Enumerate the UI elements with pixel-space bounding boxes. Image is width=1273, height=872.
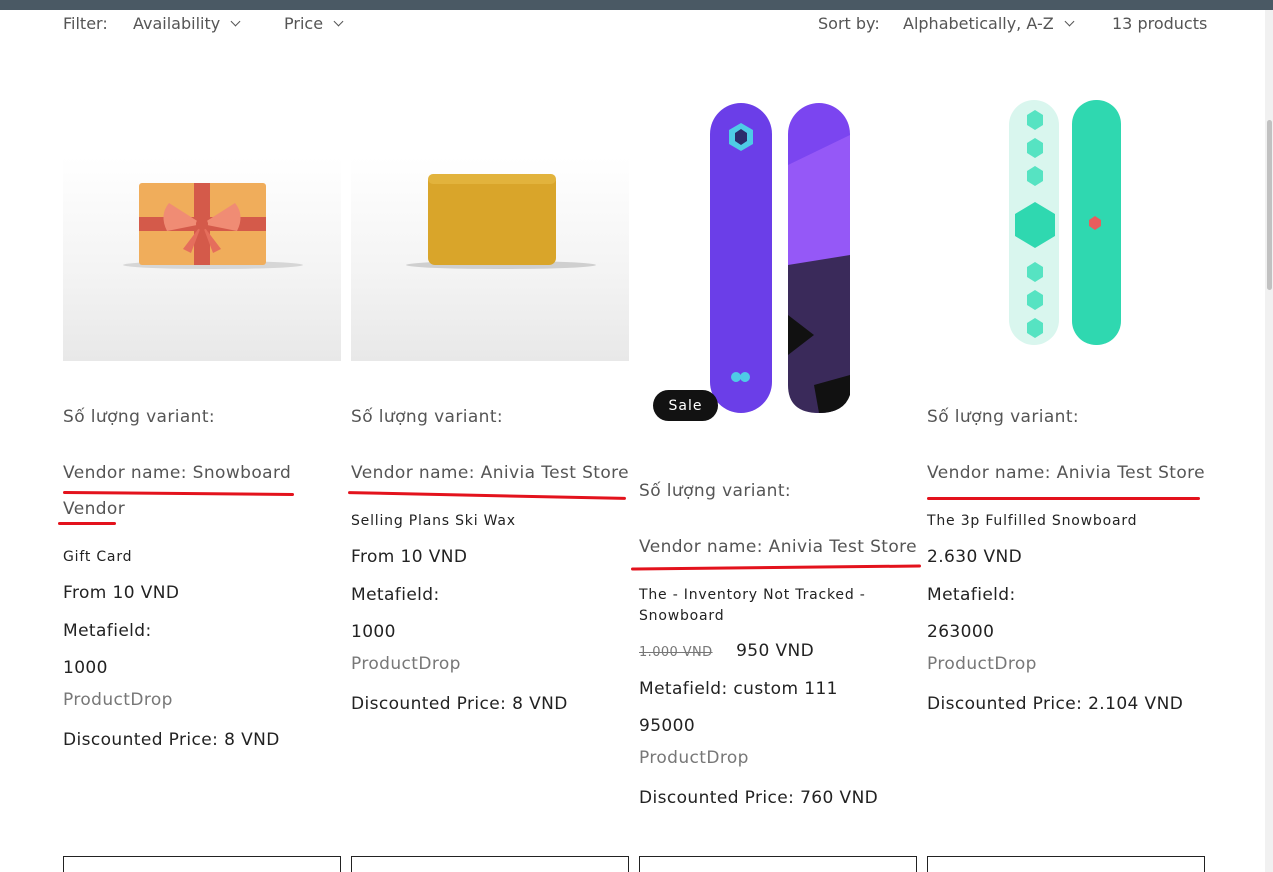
availability-filter-button[interactable]: Availability [133, 14, 241, 33]
vendor-name: Vendor name: Anivia Test Store [927, 463, 1206, 483]
ski-wax-image [406, 174, 596, 269]
filter-label-text: Filter: [63, 14, 108, 33]
price-filter-label: Price [284, 14, 324, 33]
discounted-price: Discounted Price: 2.104 VND [927, 694, 1184, 714]
price-row: 1.000 VND 950 VND [639, 641, 814, 661]
availability-label: Availability [133, 14, 221, 33]
original-price: 1.000 VND [639, 645, 713, 660]
annotation-underline [927, 497, 1200, 500]
purple-snowboard-image [710, 103, 850, 413]
chevron-down-icon [230, 16, 241, 26]
vendor-name: Vendor name: Anivia Test Store [639, 537, 918, 557]
product-drop-label: ProductDrop [927, 654, 1037, 674]
vendor-name: Vendor name: Anivia Test Store [351, 463, 630, 483]
product-image-3p-snowboard[interactable] [927, 95, 1205, 361]
product-drop-label: ProductDrop [639, 748, 749, 768]
sort-select[interactable]: Alphabetically, A-Z [903, 14, 1075, 33]
next-product-card[interactable] [351, 856, 629, 872]
discounted-price: Discounted Price: 8 VND [351, 694, 568, 714]
gift-card-image [123, 183, 303, 269]
discounted-price: Discounted Price: 8 VND [63, 730, 280, 750]
next-product-card[interactable] [639, 856, 917, 872]
product-title[interactable]: The 3p Fulfilled Snowboard [927, 513, 1137, 529]
product-price: From 10 VND [63, 583, 180, 603]
annotation-underline [347, 491, 627, 500]
metafield-value: 263000 [927, 622, 995, 642]
product-title[interactable]: Gift Card [63, 549, 132, 565]
product-price: 2.630 VND [927, 547, 1023, 567]
product-drop-label: ProductDrop [351, 654, 461, 674]
product-title-continued[interactable]: Snowboard [639, 608, 724, 624]
page-scrollbar[interactable] [1265, 10, 1273, 872]
product-title[interactable]: Selling Plans Ski Wax [351, 513, 516, 529]
product-image-gift-card[interactable] [63, 157, 341, 361]
sort-label: Sort by: [818, 14, 880, 33]
vendor-name-continued: Vendor [63, 499, 126, 519]
annotation-underline [58, 522, 116, 525]
price-filter-button[interactable]: Price [284, 14, 344, 33]
metafield-label: Metafield: [927, 585, 1016, 605]
sale-price: 950 VND [736, 641, 815, 661]
next-product-card[interactable] [927, 856, 1205, 872]
metafield-label: Metafield: custom 111 [639, 679, 838, 699]
product-image-inventory-snowboard[interactable] [639, 95, 917, 413]
metafield-value: 1000 [63, 658, 108, 678]
product-price: From 10 VND [351, 547, 468, 567]
variant-count-label: Số lượng variant: [639, 481, 792, 501]
chevron-down-icon [1064, 16, 1075, 26]
product-drop-label: ProductDrop [63, 690, 173, 710]
sort-value: Alphabetically, A-Z [903, 14, 1054, 33]
metafield-label: Metafield: [351, 585, 440, 605]
metafield-label: Metafield: [63, 621, 152, 641]
product-count-text: 13 products [1112, 14, 1208, 33]
product-count: 13 products [1112, 14, 1207, 33]
next-product-card[interactable] [63, 856, 341, 872]
vendor-name: Vendor name: Snowboard [63, 463, 292, 483]
variant-count-label: Số lượng variant: [927, 407, 1080, 427]
sale-badge: Sale [653, 390, 718, 421]
filter-bar: Filter: Availability Price Sort by: Alph… [63, 14, 1207, 38]
variant-count-label: Số lượng variant: [351, 407, 504, 427]
product-image-ski-wax[interactable] [351, 157, 629, 361]
metafield-value: 1000 [351, 622, 396, 642]
product-title[interactable]: The - Inventory Not Tracked - [639, 587, 866, 603]
discounted-price: Discounted Price: 760 VND [639, 788, 879, 808]
annotation-underline [62, 490, 295, 497]
filter-label: Filter: [63, 14, 108, 33]
top-bar [0, 0, 1273, 10]
annotation-underline [630, 564, 922, 571]
teal-snowboard-image [1009, 100, 1121, 345]
scrollbar-thumb[interactable] [1267, 120, 1272, 290]
sort-label-text: Sort by: [818, 14, 880, 33]
variant-count-label: Số lượng variant: [63, 407, 216, 427]
chevron-down-icon [333, 16, 344, 26]
metafield-value: 95000 [639, 716, 696, 736]
